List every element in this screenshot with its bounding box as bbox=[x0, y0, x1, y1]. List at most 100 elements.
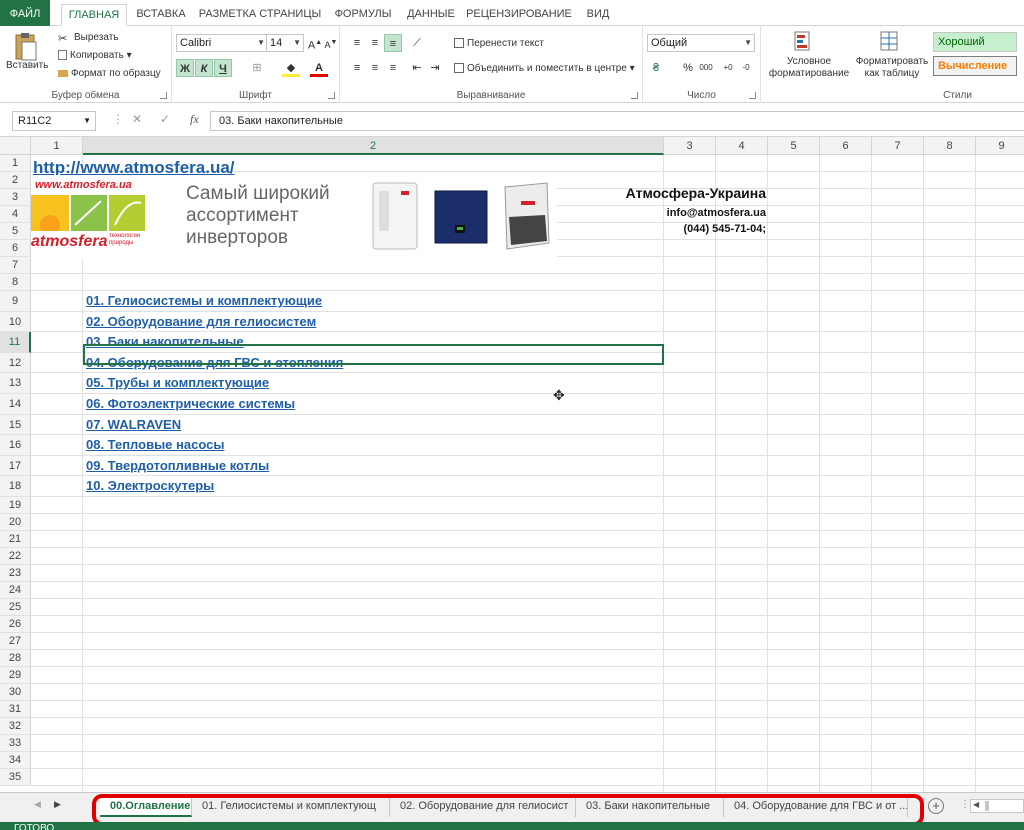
paste-button[interactable]: Вставить bbox=[6, 58, 48, 74]
cut-button[interactable]: ✂ Вырезать bbox=[58, 30, 118, 46]
style-good[interactable]: Хороший bbox=[933, 32, 1017, 52]
row-header-22[interactable]: 22 bbox=[0, 548, 31, 565]
row-header-8[interactable]: 8 bbox=[0, 274, 31, 291]
more-sheets-icon[interactable]: ⋮ bbox=[960, 799, 970, 810]
row-header-17[interactable]: 17 bbox=[0, 455, 31, 477]
row-header-25[interactable]: 25 bbox=[0, 599, 31, 616]
fill-color-icon[interactable]: ◆ bbox=[282, 59, 300, 77]
row-header-5[interactable]: 5 bbox=[0, 223, 31, 240]
thousands-icon[interactable]: 000 bbox=[697, 59, 715, 77]
orientation-icon[interactable]: ⟋ bbox=[408, 34, 426, 52]
row-header-26[interactable]: 26 bbox=[0, 616, 31, 633]
number-launcher-icon[interactable] bbox=[749, 92, 756, 99]
active-cell-selection[interactable] bbox=[83, 344, 664, 365]
format-table-button[interactable]: Форматировать как таблицу bbox=[855, 56, 929, 80]
row-header-24[interactable]: 24 bbox=[0, 582, 31, 599]
alignment-launcher-icon[interactable] bbox=[631, 92, 638, 99]
tab-review[interactable]: РЕЦЕНЗИРОВАНИЕ bbox=[466, 4, 572, 26]
toc-link[interactable]: 07. WALRAVEN bbox=[86, 417, 181, 432]
toc-link[interactable]: 08. Тепловые насосы bbox=[86, 437, 224, 452]
row-header-6[interactable]: 6 bbox=[0, 240, 31, 257]
increase-decimal-icon[interactable]: +0 bbox=[719, 59, 737, 77]
function-icon[interactable]: fx bbox=[190, 112, 199, 127]
align-top-icon[interactable]: ≡ bbox=[348, 34, 366, 52]
column-header-6[interactable]: 6 bbox=[820, 137, 872, 155]
row-header-15[interactable]: 15 bbox=[0, 414, 31, 436]
style-calculation[interactable]: Вычисление bbox=[933, 56, 1017, 76]
scroll-left-icon[interactable]: ◀ bbox=[34, 799, 41, 810]
name-box[interactable]: R11C2 ▼ bbox=[12, 111, 96, 131]
add-sheet-icon[interactable]: + bbox=[928, 798, 944, 814]
number-format-combo[interactable]: Общий ▼ bbox=[647, 34, 755, 52]
align-bottom-icon[interactable]: ≡ bbox=[384, 34, 402, 52]
scroll-thumb[interactable] bbox=[985, 801, 989, 811]
row-header-28[interactable]: 28 bbox=[0, 650, 31, 667]
tab-page-layout[interactable]: РАЗМЕТКА СТРАНИЦЫ bbox=[196, 4, 324, 26]
row-header-31[interactable]: 31 bbox=[0, 701, 31, 718]
row-header-12[interactable]: 12 bbox=[0, 352, 31, 374]
bold-button[interactable]: Ж bbox=[176, 59, 194, 77]
row-header-4[interactable]: 4 bbox=[0, 206, 31, 223]
column-header-5[interactable]: 5 bbox=[768, 137, 820, 155]
align-center-icon[interactable]: ≡ bbox=[366, 59, 384, 77]
tab-data[interactable]: ДАННЫЕ bbox=[402, 4, 460, 26]
toc-link[interactable]: 09. Твердотопливные котлы bbox=[86, 458, 269, 473]
scroll-left-arrow-icon[interactable]: ◀ bbox=[973, 800, 979, 809]
row-header-34[interactable]: 34 bbox=[0, 752, 31, 769]
row-header-9[interactable]: 9 bbox=[0, 291, 31, 312]
column-header-2[interactable]: 2 bbox=[83, 137, 664, 155]
column-header-4[interactable]: 4 bbox=[716, 137, 768, 155]
cancel-icon[interactable]: ✕ bbox=[132, 112, 142, 126]
row-header-10[interactable]: 10 bbox=[0, 311, 31, 333]
wrap-text-button[interactable]: Перенести текст bbox=[454, 36, 544, 52]
row-header-30[interactable]: 30 bbox=[0, 684, 31, 701]
increase-indent-icon[interactable]: ⇥ bbox=[426, 59, 444, 77]
font-launcher-icon[interactable] bbox=[328, 92, 335, 99]
row-header-2[interactable]: 2 bbox=[0, 172, 31, 189]
select-all-corner[interactable] bbox=[0, 137, 31, 155]
clipboard-launcher-icon[interactable] bbox=[160, 92, 167, 99]
tab-formulas[interactable]: ФОРМУЛЫ bbox=[328, 4, 398, 26]
column-header-9[interactable]: 9 bbox=[976, 137, 1024, 155]
row-header-13[interactable]: 13 bbox=[0, 373, 31, 394]
row-header-1[interactable]: 1 bbox=[0, 155, 31, 172]
horizontal-scrollbar[interactable]: ◀ bbox=[970, 799, 1024, 813]
percent-icon[interactable]: % bbox=[679, 59, 697, 77]
font-color-icon[interactable]: A bbox=[310, 59, 328, 77]
row-header-7[interactable]: 7 bbox=[0, 257, 31, 274]
row-header-35[interactable]: 35 bbox=[0, 769, 31, 786]
decrease-indent-icon[interactable]: ⇤ bbox=[408, 59, 426, 77]
column-header-8[interactable]: 8 bbox=[924, 137, 976, 155]
tab-file[interactable]: ФАЙЛ bbox=[0, 0, 50, 26]
toc-link[interactable]: 10. Электроскутеры bbox=[86, 478, 214, 493]
tab-insert[interactable]: ВСТАВКА bbox=[132, 4, 190, 26]
enter-icon[interactable]: ✓ bbox=[160, 112, 170, 126]
row-header-23[interactable]: 23 bbox=[0, 565, 31, 582]
row-header-21[interactable]: 21 bbox=[0, 531, 31, 548]
worksheet-grid[interactable]: 123456789 1 2 3 4 5 6 7 8 9 10 11 12 13 14 15 16 17 18 19 2… bbox=[0, 137, 1024, 792]
conditional-format-icon[interactable] bbox=[793, 30, 815, 54]
borders-icon[interactable]: ⊞ bbox=[248, 59, 266, 77]
align-right-icon[interactable]: ≡ bbox=[384, 59, 402, 77]
italic-button[interactable]: К bbox=[195, 59, 213, 77]
row-header-16[interactable]: 16 bbox=[0, 435, 31, 456]
column-header-1[interactable]: 1 bbox=[31, 137, 83, 155]
scroll-right-icon[interactable]: ▶ bbox=[54, 799, 61, 810]
toc-link[interactable]: 01. Гелиосистемы и комплектующие bbox=[86, 293, 322, 308]
tab-view[interactable]: ВИД bbox=[578, 4, 618, 26]
formula-input[interactable]: 03. Баки накопительные bbox=[210, 111, 1024, 131]
column-header-7[interactable]: 7 bbox=[872, 137, 924, 155]
row-header-20[interactable]: 20 bbox=[0, 514, 31, 531]
font-size-combo[interactable]: 14 ▼ bbox=[266, 34, 304, 52]
row-header-18[interactable]: 18 bbox=[0, 476, 31, 497]
tab-home[interactable]: ГЛАВНАЯ bbox=[61, 4, 127, 26]
align-middle-icon[interactable]: ≡ bbox=[366, 34, 384, 52]
row-header-11[interactable]: 11 bbox=[0, 332, 31, 353]
shrink-font-button[interactable]: A▼ bbox=[322, 34, 340, 52]
format-painter-button[interactable]: Формат по образцу bbox=[58, 66, 161, 82]
underline-button[interactable]: Ч bbox=[214, 59, 232, 77]
row-header-32[interactable]: 32 bbox=[0, 718, 31, 735]
conditional-format-button[interactable]: Условное форматирование bbox=[765, 56, 853, 80]
row-header-33[interactable]: 33 bbox=[0, 735, 31, 752]
row-header-14[interactable]: 14 bbox=[0, 394, 31, 415]
